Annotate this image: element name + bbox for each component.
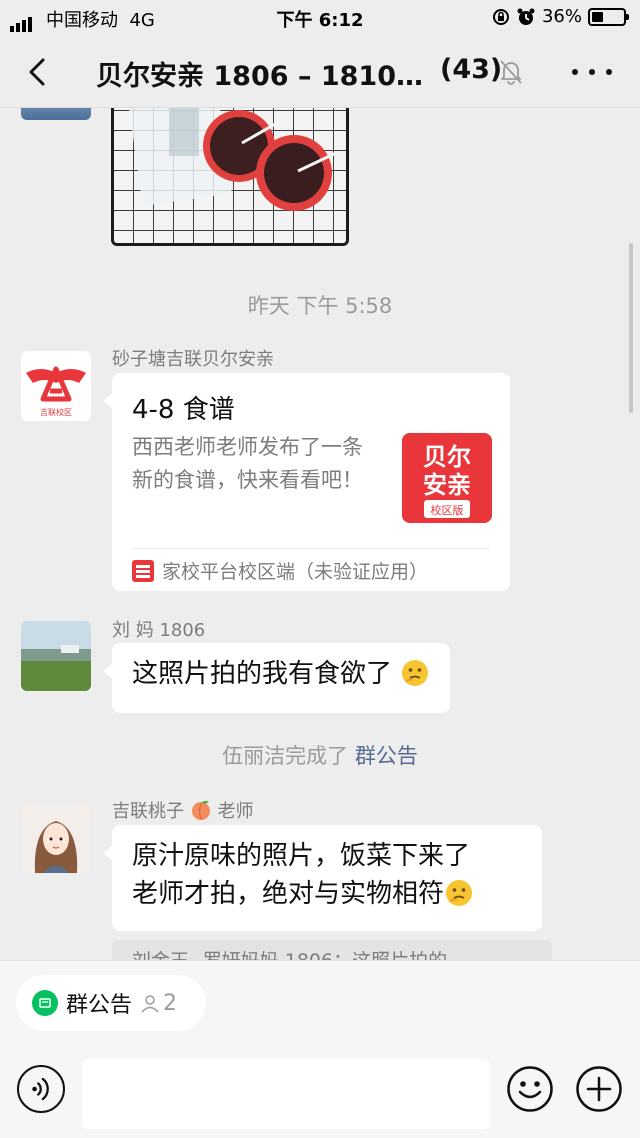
plus-icon[interactable] (575, 1065, 623, 1113)
avatar[interactable] (21, 108, 91, 120)
svg-text:安亲: 安亲 (423, 471, 471, 499)
message-input[interactable] (82, 1059, 490, 1129)
alarm-icon (517, 8, 535, 25)
chevron-left-icon[interactable] (18, 52, 58, 92)
announcement-link[interactable]: 群公告 (355, 744, 418, 768)
thinking-emoji-icon (446, 880, 473, 906)
app-card-message[interactable]: 4-8 食谱 西西老师老师发布了一条新的食谱，快来看看吧！ 贝尔 安亲 校区版 … (103, 373, 510, 591)
scrollbar[interactable] (629, 243, 633, 413)
thinking-emoji-icon (402, 660, 429, 686)
announcement-count: 2 (140, 991, 177, 1016)
more-dots-icon[interactable] (572, 60, 612, 84)
voice-icon[interactable] (17, 1065, 65, 1113)
announcement-icon (32, 990, 58, 1016)
sender-name: 刘 妈 1806 (112, 620, 206, 641)
timestamp: 昨天 下午 5:58 (247, 294, 393, 318)
peach-emoji-icon (191, 800, 210, 820)
avatar[interactable]: 吉联校区 (21, 351, 91, 421)
member-count: (43) (440, 54, 503, 85)
battery-percent: 36% (541, 6, 582, 27)
emoji-icon[interactable] (506, 1065, 554, 1113)
chat-title[interactable]: 贝尔安亲 1806 – 1810… (96, 54, 423, 93)
sender-name: 吉联桃子 老师 (112, 800, 254, 822)
battery-icon (588, 7, 629, 26)
sender-name: 砂子塘吉联贝尔安亲 (112, 349, 274, 370)
announcement-chip[interactable]: 群公告 2 (16, 975, 206, 1031)
chat-header: 贝尔安亲 1806 – 1810… (43) (0, 36, 640, 108)
bell-muted-icon (500, 60, 522, 85)
photo-message[interactable] (111, 108, 349, 246)
rotation-lock-icon (492, 8, 509, 25)
text-message[interactable]: 这照片拍的我有食欲了 (102, 643, 451, 713)
svg-text:校区版: 校区版 (431, 503, 464, 517)
app-thumbnail: 贝尔 安亲 校区版 (402, 433, 492, 523)
input-bar: 群公告 2 (0, 960, 640, 1138)
quoted-message[interactable]: 刘金玉--罗妍妈妈 1806：这照片拍的 (112, 940, 552, 960)
avatar[interactable] (21, 803, 91, 873)
card-title: 4-8 食谱 (132, 395, 235, 425)
text-message[interactable]: 原汁原味的照片，饭菜下来了 老师才拍，绝对与实物相符 (103, 825, 542, 931)
card-description: 西西老师老师发布了一条新的食谱，快来看看吧！ (132, 435, 363, 492)
card-app-name[interactable]: 家校平台校区端（未验证应用） (162, 557, 428, 584)
avatar[interactable] (21, 621, 91, 691)
status-bar: 中国移动 4G 下午 6:12 36% (0, 0, 640, 36)
message-list[interactable]: 昨天 下午 5:58 吉联校区 砂子塘吉联贝尔安亲 4-8 食谱 西西老师老师发… (0, 108, 640, 960)
system-notice: 伍丽洁完成了 群公告 (222, 744, 418, 768)
person-icon (141, 995, 159, 1013)
app-logo-icon (132, 559, 154, 582)
announcement-label: 群公告 (66, 993, 133, 1018)
svg-text:贝尔: 贝尔 (423, 443, 471, 471)
avatar-caption: 吉联校区 (40, 407, 72, 417)
